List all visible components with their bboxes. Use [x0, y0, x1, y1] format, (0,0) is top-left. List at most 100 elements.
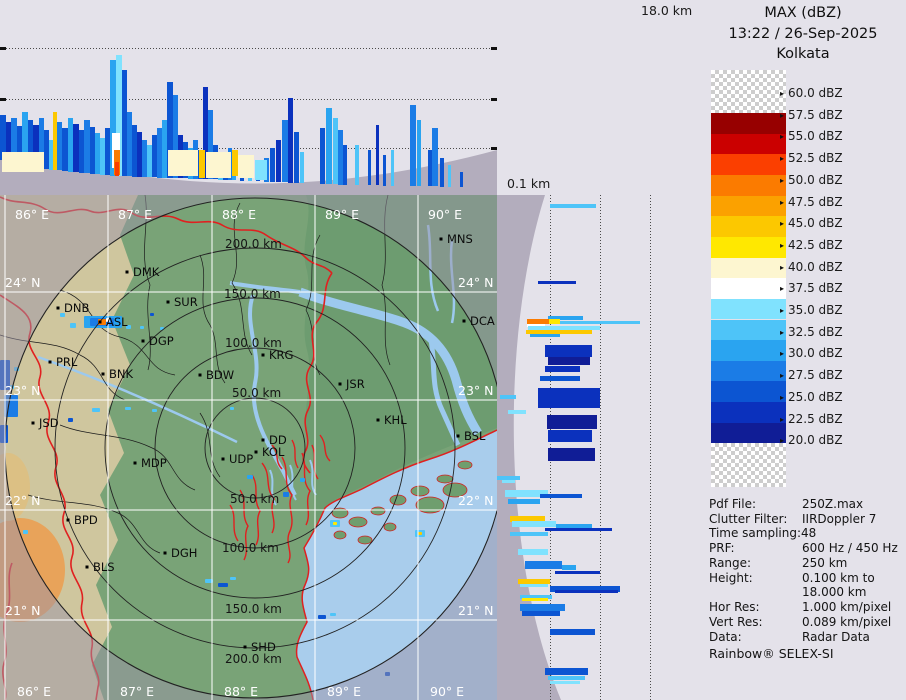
- threshold-arrow-icon: ▸: [780, 392, 785, 402]
- station-label-bdw: BDW: [206, 368, 234, 382]
- station-marker: [261, 353, 265, 357]
- echo-row: [545, 345, 592, 357]
- echo-column: [288, 98, 293, 183]
- echo-column: [115, 162, 119, 176]
- latitude-label-left: 24° N: [5, 275, 40, 290]
- info-row-label: Height:: [709, 571, 753, 585]
- threshold-arrow-icon: ▸: [780, 89, 785, 98]
- legend-color-band: [711, 319, 786, 341]
- station-label-mns: MNS: [447, 232, 473, 246]
- station-label-dgp: DGP: [149, 334, 174, 348]
- echo-row: [540, 494, 582, 498]
- echo-column: [255, 160, 267, 180]
- legend-color-band: [711, 133, 786, 155]
- range-ring-label: 100.0 km: [222, 541, 279, 555]
- station-marker: [166, 300, 170, 304]
- height-axis-min-label: 0.1 km: [507, 176, 551, 191]
- legend-color-band: [711, 402, 786, 423]
- station-marker: [31, 421, 35, 425]
- info-row-label: Vert Res:: [709, 615, 763, 629]
- threshold-arrow-icon: ▸: [780, 110, 785, 120]
- station-label-dmk: DMK: [133, 265, 160, 279]
- threshold-arrow-icon: ▸: [780, 132, 785, 142]
- legend-threshold-label: ▸ 37.5 dBZ: [780, 281, 843, 296]
- threshold-arrow-icon: ▸: [780, 306, 785, 315]
- legend-color-band: [711, 422, 786, 444]
- longitude-label-top: 87° E: [118, 207, 152, 222]
- echo-column: [432, 128, 438, 186]
- threshold-arrow-icon: ▸: [780, 327, 785, 337]
- legend-threshold-label: ▸ 57.5 dBZ: [780, 107, 843, 122]
- station-marker: [439, 237, 443, 241]
- info-row-label: Pdf File:: [709, 497, 757, 511]
- info-row-label: Range:: [709, 556, 752, 570]
- range-ring-label: 150.0 km: [224, 287, 281, 301]
- info-row-value: 0.089 km/pixel: [802, 615, 892, 629]
- echo-column: [276, 140, 281, 182]
- map-echo: [140, 326, 144, 329]
- station-marker: [56, 306, 60, 310]
- echo-column: [320, 128, 325, 184]
- legend-color-band: [711, 360, 786, 382]
- threshold-arrow-icon: ▸: [780, 240, 785, 250]
- map-echo: [418, 532, 422, 535]
- map-echo: [300, 478, 305, 482]
- station-marker: [98, 320, 102, 324]
- legend-color-band: [711, 298, 786, 320]
- legend-threshold-label: ▸ 55.0 dBZ: [780, 129, 843, 144]
- legend-color-band: [711, 236, 786, 258]
- legend-threshold-label: ▸ 52.5 dBZ: [780, 151, 843, 166]
- legend-threshold-label: ▸ 22.5 dBZ: [780, 411, 843, 426]
- longitude-label-bottom: 88° E: [224, 684, 258, 699]
- echo-column: [343, 145, 347, 185]
- height-gridline: [600, 195, 601, 700]
- station-label-dnb: DNB: [64, 301, 89, 315]
- echo-row: [512, 521, 556, 527]
- map-echo: [318, 615, 326, 619]
- longitude-label-bottom: 87° E: [120, 684, 154, 699]
- legend-threshold-label: ▸ 45.0 dBZ: [780, 216, 843, 231]
- station-marker: [254, 450, 258, 454]
- threshold-arrow-icon: ▸: [780, 284, 785, 294]
- echo-row: [548, 676, 585, 680]
- legend-threshold-label: ▸ 27.5 dBZ: [780, 368, 843, 383]
- legend-title: MAX (dBZ): [764, 5, 842, 21]
- height-gridline: [0, 99, 497, 100]
- map-echo: [283, 492, 289, 497]
- latitude-label-right: 24° N: [458, 275, 493, 290]
- station-label-udp: UDP: [229, 452, 253, 466]
- station-label-dca: DCA: [470, 314, 495, 328]
- legend-threshold-label: ▸ 40.0 dBZ: [780, 259, 843, 274]
- echo-row: [522, 598, 548, 601]
- echo-column: [355, 145, 359, 185]
- legend-color-band: [711, 113, 786, 134]
- station-marker: [462, 319, 466, 323]
- out-of-range-band-side: [497, 195, 561, 700]
- info-row-value: 18.000 km: [802, 585, 867, 599]
- latitude-label-right: 23° N: [458, 383, 493, 398]
- echo-row: [510, 532, 548, 536]
- echo-row: [525, 561, 562, 569]
- info-row-value: IIRDoppler 7: [802, 512, 877, 526]
- map-echo: [68, 418, 73, 422]
- latitude-label-left: 22° N: [5, 493, 40, 508]
- legend-threshold-label: ▸ 42.5 dBZ: [780, 237, 843, 252]
- axis-tick: [0, 47, 6, 50]
- echo-row: [545, 668, 588, 675]
- echo-row: [550, 681, 580, 684]
- station-label-prl: PRL: [56, 355, 78, 369]
- station-label-jsd: JSD: [38, 416, 59, 430]
- info-row-value: 600 Hz / 450 Hz: [802, 541, 898, 555]
- threshold-arrow-icon: ▸: [780, 349, 785, 359]
- echo-column: [376, 125, 379, 185]
- axis-label-area: 18.0 km 0.1 km: [497, 0, 706, 195]
- station-marker: [261, 438, 265, 442]
- map-echo: [230, 577, 236, 580]
- legend-color-band: [711, 340, 786, 361]
- info-row-label: Clutter Filter:: [709, 512, 788, 526]
- legend-color-band: [711, 216, 786, 237]
- height-gridline: [650, 195, 651, 700]
- longitude-label-top: 86° E: [15, 207, 49, 222]
- station-marker: [456, 434, 460, 438]
- echo-row: [550, 204, 596, 208]
